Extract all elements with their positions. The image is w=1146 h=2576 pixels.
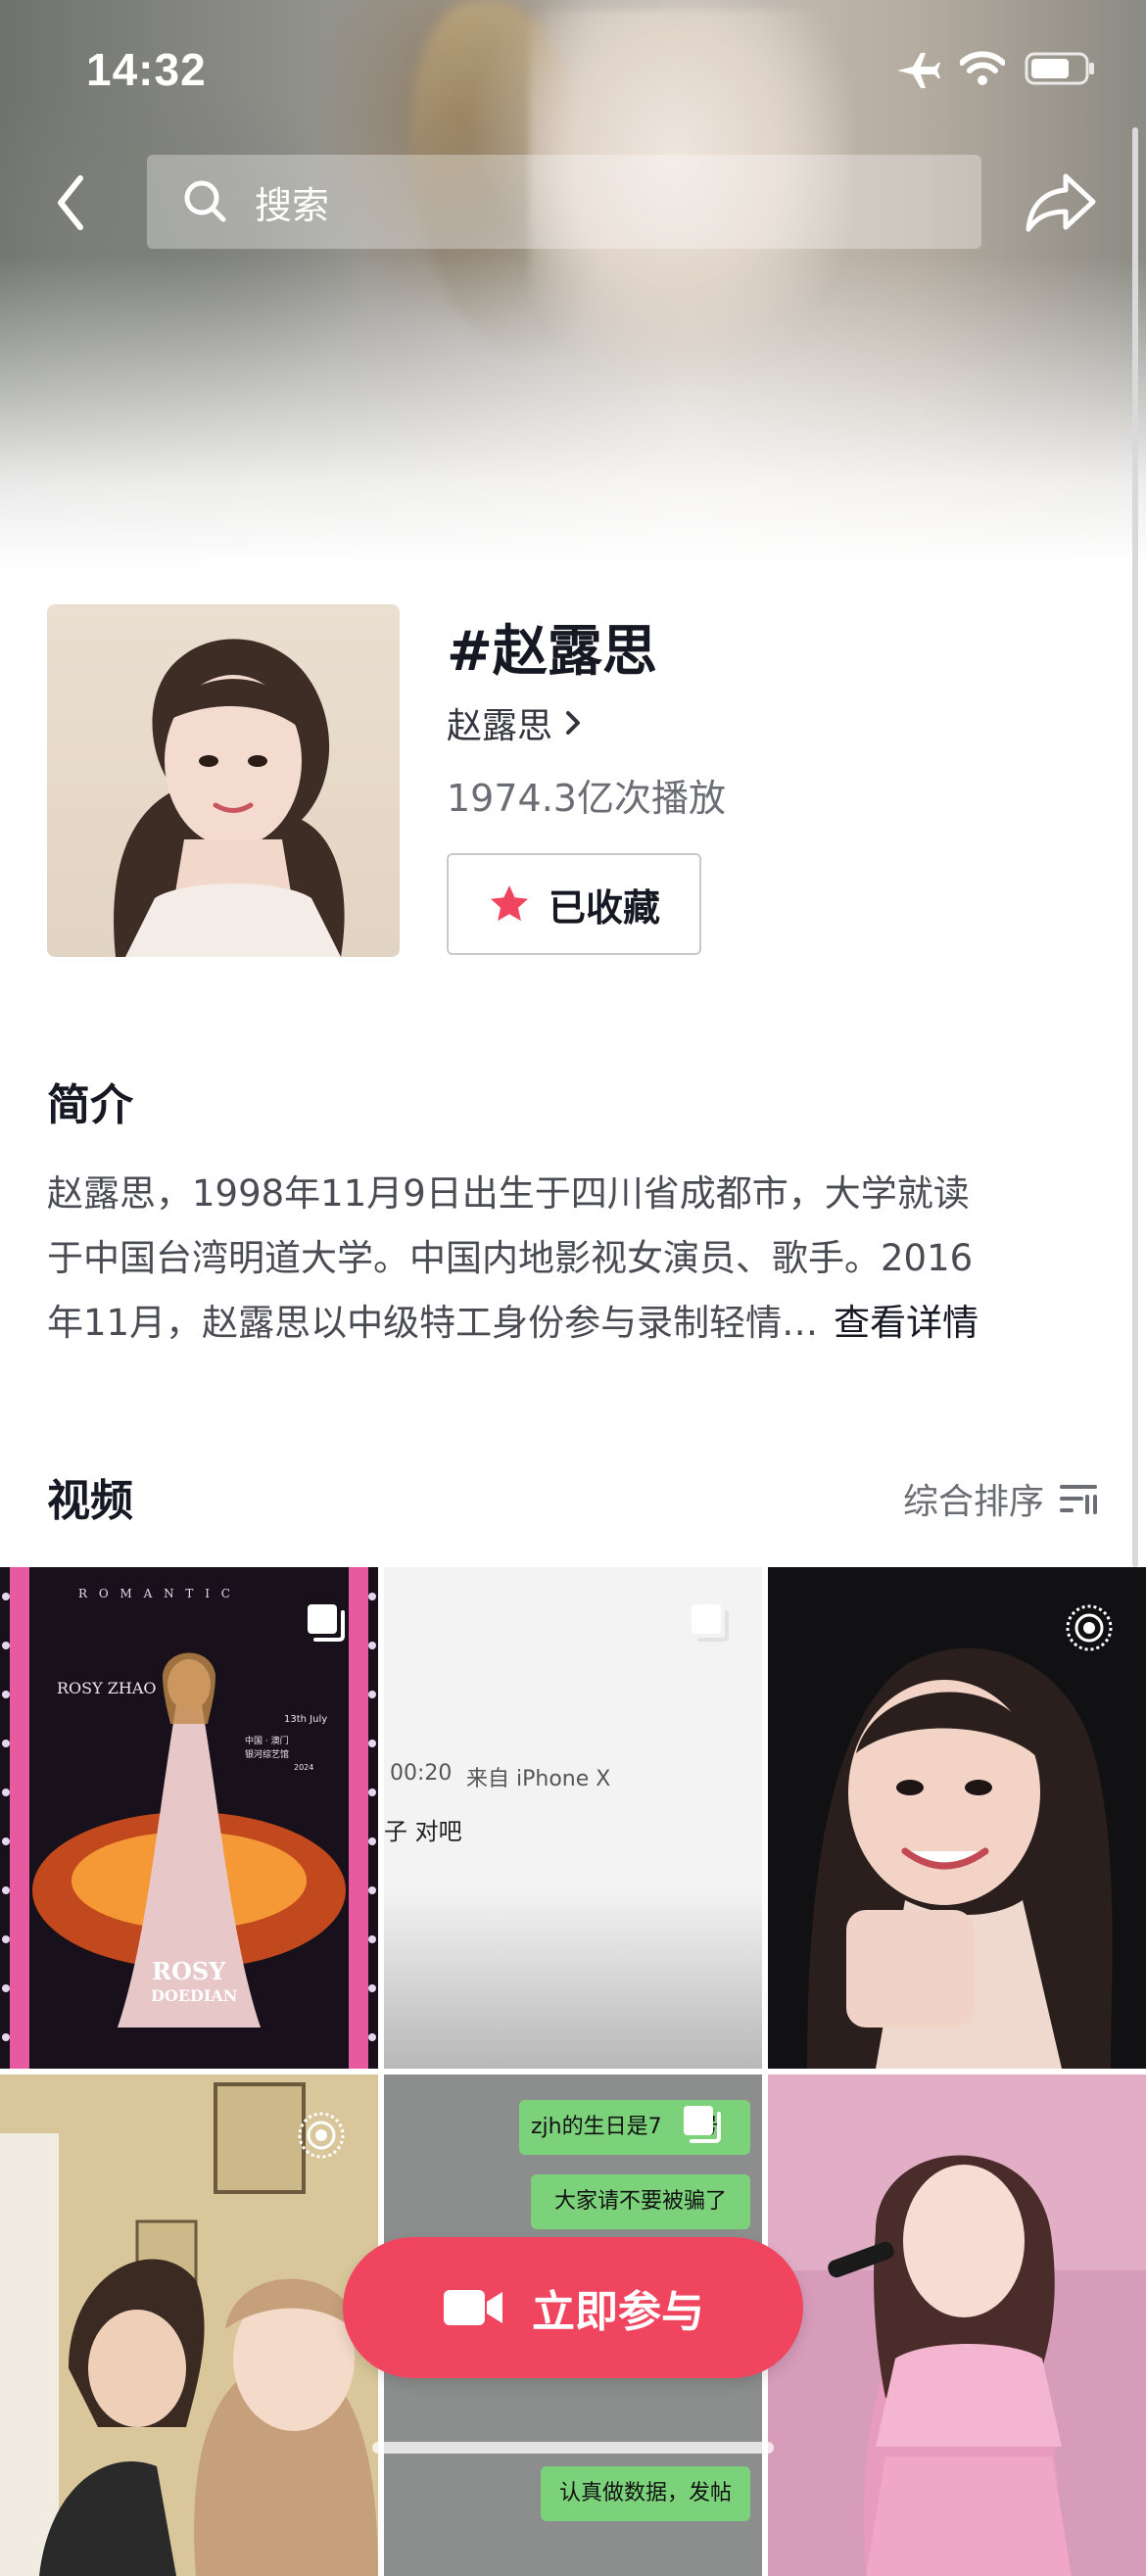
intro-line: 赵露思，1998年11月9日出生于四川省成都市，大学就读 xyxy=(47,1172,970,1215)
search-placeholder: 搜索 xyxy=(255,183,330,227)
topic-title: #赵露思 xyxy=(447,620,657,684)
multi-image-icon xyxy=(684,2106,721,2143)
intro-heading: 简介 xyxy=(47,1080,133,1130)
videos-heading: 视频 xyxy=(47,1476,133,1526)
live-icon xyxy=(298,2112,345,2159)
sort-label: 综合排序 xyxy=(902,1482,1044,1522)
star-icon xyxy=(490,885,528,921)
share-icon[interactable] xyxy=(1023,168,1101,237)
battery-icon xyxy=(1025,52,1094,85)
video-thumbnail[interactable] xyxy=(768,1567,1146,2069)
video-thumbnail[interactable] xyxy=(768,2075,1146,2576)
join-now-button[interactable]: 立即参与 xyxy=(343,2237,803,2378)
video-thumbnail[interactable] xyxy=(0,2075,378,2576)
video-camera-icon xyxy=(444,2290,502,2325)
status-time: 14:32 xyxy=(86,44,207,95)
poster-text: R O M A N T I C ROSY ZHAO 中国 · 澳门 银河综艺馆 … xyxy=(57,1587,328,2005)
airplane-icon xyxy=(897,53,940,88)
chat-source: 来自 iPhone X xyxy=(466,1767,611,1791)
chevron-right-icon xyxy=(566,711,581,735)
status-icons xyxy=(893,49,1095,88)
topic-creator-link[interactable]: 赵露思 xyxy=(447,697,584,748)
topic-avatar xyxy=(47,604,400,957)
filter-icon xyxy=(1060,1485,1097,1514)
intro-text: 赵露思，1998年11月9日出生于四川省成都市，大学就读 于中国台湾明道大学。中… xyxy=(47,1162,1105,1356)
video-thumbnail[interactable]: 00:20 来自 iPhone X 子 对吧 xyxy=(384,1567,762,2069)
join-now-label: 立即参与 xyxy=(532,2287,704,2337)
video-thumbnail[interactable]: R O M A N T I C ROSY ZHAO 中国 · 澳门 银河综艺馆 … xyxy=(0,1567,378,2069)
intro-line-last: 年11月，赵露思以中级特工身份参与录制轻情… 查看详情 xyxy=(47,1302,979,1344)
chat-snippet: 子 对吧 xyxy=(384,1818,462,1845)
favorite-button[interactable]: 已收藏 xyxy=(447,853,701,955)
sort-button[interactable]: 综合排序 xyxy=(903,1473,1099,1524)
chat-bubble: 认真做数据，发帖 xyxy=(541,2466,750,2521)
view-details-link[interactable]: 查看详情 xyxy=(834,1302,979,1344)
multi-image-icon xyxy=(692,1604,729,1642)
wifi-icon xyxy=(960,51,1005,85)
play-count: 1974.3亿次播放 xyxy=(447,777,726,820)
home-indicator[interactable] xyxy=(372,2442,774,2454)
search-icon xyxy=(184,180,226,222)
scrollbar[interactable] xyxy=(1132,127,1138,1567)
status-bar: 14:32 xyxy=(0,0,1146,137)
chat-time: 00:20 xyxy=(390,1761,453,1786)
intro-line: 于中国台湾明道大学。中国内地影视女演员、歌手。2016 xyxy=(47,1237,974,1279)
favorite-label: 已收藏 xyxy=(548,885,660,930)
live-icon xyxy=(1066,1604,1113,1651)
back-icon[interactable] xyxy=(45,168,104,237)
creator-name: 赵露思 xyxy=(447,706,553,746)
chat-bubble: 大家请不要被骗了 xyxy=(531,2174,750,2229)
search-input[interactable]: 搜索 xyxy=(147,155,981,249)
